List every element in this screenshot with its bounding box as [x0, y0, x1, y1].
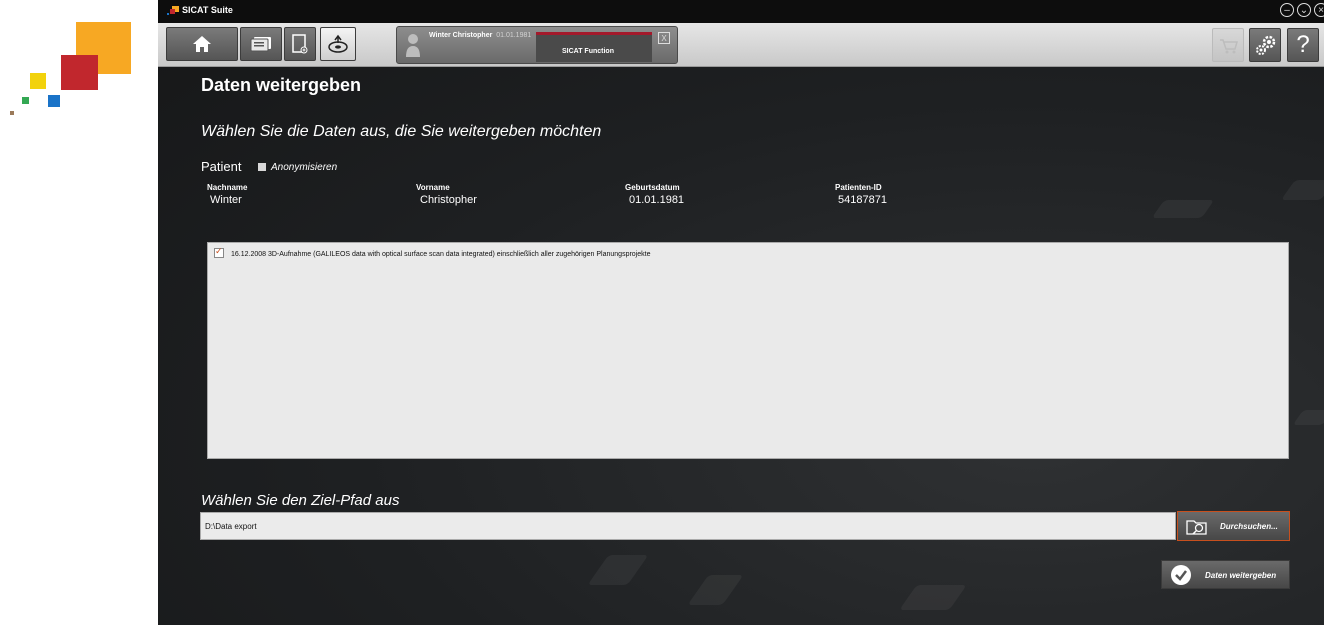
patient-card-icon — [250, 37, 271, 52]
sicat-logo — [0, 0, 158, 140]
settings-button[interactable] — [1249, 28, 1281, 62]
tab-sicat-function-label: SICAT Function — [562, 48, 614, 55]
help-button[interactable]: ? — [1287, 28, 1319, 62]
patient-id: 54187871 — [838, 194, 887, 206]
anonymize-label: Anonymisieren — [271, 162, 338, 173]
study-list: 16.12.2008 3D-Aufnahme (GALILEOS data wi… — [207, 242, 1289, 459]
col-header-birthdate: Geburtsdatum — [625, 183, 680, 192]
col-header-lastname: Nachname — [207, 183, 248, 192]
restore-icon[interactable]: ⌄ — [1297, 3, 1311, 17]
col-header-firstname: Vorname — [416, 183, 450, 192]
list-item[interactable]: 16.12.2008 3D-Aufnahme (GALILEOS data wi… — [214, 246, 651, 258]
main-toolbar: Winter Christopher 01.01.1981 SICAT Func… — [158, 23, 1324, 67]
study-checkbox[interactable] — [214, 246, 224, 258]
gear-icon — [1256, 35, 1276, 55]
title-bar: SICAT Suite – ⌄ × — [158, 0, 1324, 23]
patient-records-button[interactable] — [240, 27, 282, 61]
share-data-button[interactable] — [320, 27, 356, 61]
document-add-icon — [292, 34, 308, 54]
patient-dob: 01.01.1981 — [496, 32, 532, 39]
close-window-icon[interactable]: × — [1314, 3, 1324, 17]
share-data-panel: Daten weitergeben Wählen Sie die Daten a… — [158, 67, 1324, 625]
page-title: Daten weitergeben — [201, 75, 362, 95]
patient-lastname: Winter — [210, 194, 242, 206]
study-label: 16.12.2008 3D-Aufnahme (GALILEOS data wi… — [231, 251, 651, 258]
disc-share-icon — [328, 34, 348, 53]
app-logo-icon — [167, 6, 179, 15]
target-path-input[interactable]: D:\Data export — [200, 512, 1176, 540]
close-patient-button[interactable]: X — [658, 32, 670, 44]
minimize-icon[interactable]: – — [1280, 3, 1294, 17]
col-header-patient-id: Patienten-ID — [835, 183, 882, 192]
cart-icon — [1220, 39, 1238, 54]
target-path-heading: Wählen Sie den Ziel-Pfad aus — [201, 492, 400, 509]
window-title: SICAT Suite — [182, 5, 233, 15]
new-document-button[interactable] — [284, 27, 316, 61]
browse-label: Durchsuchen... — [1220, 522, 1278, 531]
browse-button[interactable]: Durchsuchen... — [1177, 511, 1290, 541]
patient-tab[interactable]: Winter Christopher 01.01.1981 SICAT Func… — [396, 26, 678, 64]
tab-sicat-function[interactable]: SICAT Function — [536, 32, 652, 62]
anonymize-checkbox-box[interactable] — [258, 163, 266, 171]
select-data-heading: Wählen Sie die Daten aus, die Sie weiter… — [201, 123, 602, 140]
home-icon — [193, 36, 211, 52]
checkmark-icon — [1171, 565, 1191, 585]
patient-name: Winter Christopher — [429, 32, 493, 39]
home-button[interactable] — [166, 27, 238, 61]
patient-firstname: Christopher — [420, 194, 477, 206]
patient-section-label: Patient — [201, 159, 242, 174]
app-window: SICAT Suite – ⌄ × Winter Christopher 01.… — [158, 0, 1324, 625]
patient-info: Winter Christopher 01.01.1981 — [429, 32, 531, 39]
anonymize-checkbox[interactable]: Anonymisieren — [258, 162, 337, 173]
folder-search-icon — [1186, 520, 1207, 535]
cart-button[interactable] — [1212, 28, 1244, 62]
patient-birthdate: 01.01.1981 — [629, 194, 685, 206]
patient-avatar-icon — [406, 34, 420, 57]
share-data-submit-button[interactable]: Daten weitergeben — [1161, 560, 1290, 589]
share-data-label: Daten weitergeben — [1205, 571, 1277, 580]
